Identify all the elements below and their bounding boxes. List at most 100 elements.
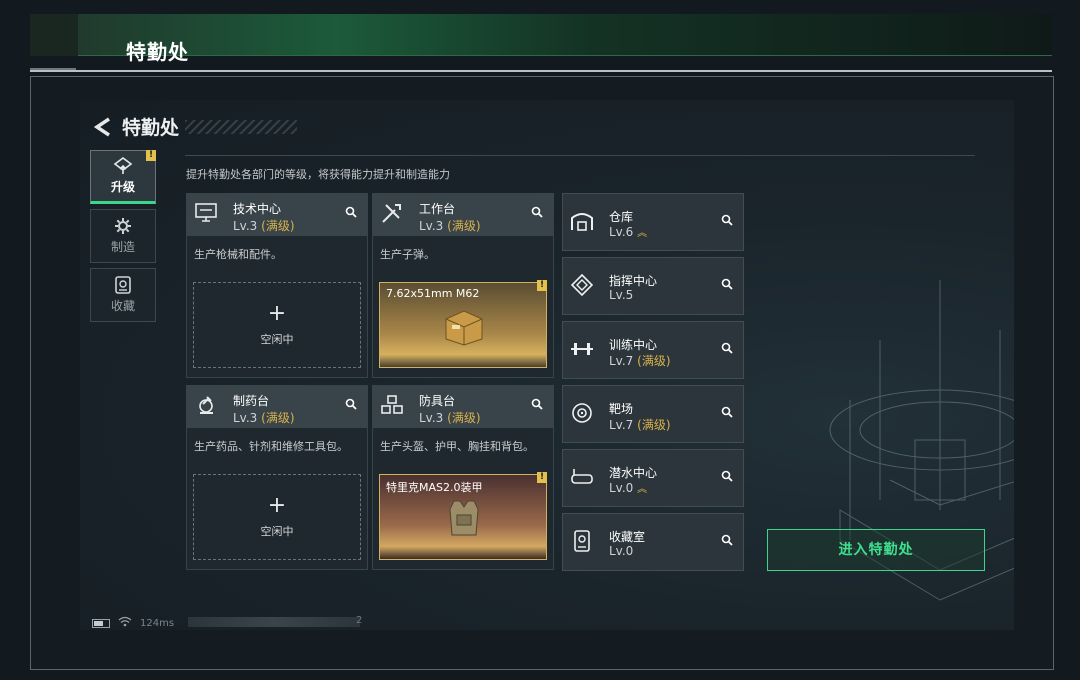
tab-collection[interactable]: 收藏 <box>90 268 156 322</box>
department-description: 生产药品、针剂和维修工具包。 <box>194 440 348 453</box>
upgrade-chevron-icon: ︽ <box>637 484 648 495</box>
department-name: 工作台 <box>419 202 456 216</box>
ping-readout: 124ms <box>140 617 175 629</box>
top-banner: 特勤处 <box>30 14 1052 64</box>
blurred-info-fragment: 2 <box>356 615 363 626</box>
command-center-icon <box>569 273 595 300</box>
production-slot-item[interactable]: 特里克MAS2.0装甲 <box>379 474 547 560</box>
section-divider <box>185 155 975 156</box>
tab-upgrade-label: 升级 <box>110 180 135 194</box>
dumbbell-icon <box>569 338 595 364</box>
department-card-collection-room[interactable]: 收藏室 Lv.0 <box>562 513 744 571</box>
search-icon[interactable] <box>719 406 735 422</box>
page-header: 特勤处 <box>92 113 298 140</box>
search-icon[interactable] <box>719 342 735 358</box>
tech-center-icon <box>193 202 219 228</box>
battery-icon <box>92 618 110 628</box>
production-slot-item[interactable]: 7.62x51mm M62 <box>379 282 547 368</box>
card-header: 工作台 Lv.3 (满级) <box>373 194 553 236</box>
search-icon[interactable] <box>529 398 545 414</box>
upgrade-icon <box>113 157 133 175</box>
gear-icon <box>114 217 132 235</box>
department-name: 防具台 <box>419 394 456 408</box>
search-icon[interactable] <box>719 278 735 294</box>
department-level: Lv.3 (满级) <box>419 219 481 233</box>
blurred-info <box>188 617 360 627</box>
plus-icon: + <box>267 493 287 518</box>
search-icon[interactable] <box>343 206 359 222</box>
card-header: 制药台 Lv.3 (满级) <box>187 386 367 428</box>
department-card-command-center[interactable]: 指挥中心 Lv.5 <box>562 257 744 315</box>
department-name: 训练中心 <box>609 338 658 352</box>
max-level-tag: (满级) <box>637 354 671 368</box>
pharmacy-icon <box>193 394 219 420</box>
department-card-pharmacy[interactable]: 制药台 Lv.3 (满级) 生产药品、针剂和维修工具包。 + 空闲中 <box>186 385 368 570</box>
production-slot-empty[interactable]: + 空闲中 <box>193 282 361 368</box>
tab-craft[interactable]: 制造 <box>90 209 156 263</box>
department-level: Lv.7 (满级) <box>609 354 671 368</box>
collection-icon <box>115 276 131 294</box>
max-level-tag: (满级) <box>637 418 671 432</box>
department-level: Lv.6 ︽ <box>609 225 648 239</box>
department-name: 靶场 <box>609 402 634 416</box>
search-icon[interactable] <box>719 534 735 550</box>
enter-special-ops-button[interactable]: 进入特勤处 <box>767 529 985 571</box>
department-name: 制药台 <box>233 394 270 408</box>
ammo-box-image <box>445 310 483 346</box>
department-level: Lv.3 (满级) <box>419 411 481 425</box>
department-name: 技术中心 <box>233 202 282 216</box>
workbench-icon <box>379 202 405 228</box>
status-bar: 124ms <box>92 616 174 630</box>
alert-badge: ! <box>146 150 156 161</box>
department-card-training-center[interactable]: 训练中心 Lv.7 (满级) <box>562 321 744 379</box>
max-level-tag: (满级) <box>447 411 481 425</box>
max-level-tag: (满级) <box>261 411 295 425</box>
armor-bench-icon <box>379 394 405 420</box>
header-divider <box>30 70 1052 72</box>
back-arrow-icon[interactable] <box>92 116 114 138</box>
max-level-tag: (满级) <box>261 219 295 233</box>
department-card-tech-center[interactable]: 技术中心 Lv.3 (满级) 生产枪械和配件。 + 空闲中 <box>186 193 368 378</box>
page-title: 特勤处 <box>122 117 180 139</box>
search-icon[interactable] <box>719 470 735 486</box>
tab-collection-label: 收藏 <box>110 299 135 313</box>
department-card-warehouse[interactable]: 仓库 Lv.6 ︽ <box>562 193 744 251</box>
production-slot-empty[interactable]: + 空闲中 <box>193 474 361 560</box>
warehouse-icon <box>569 210 595 236</box>
title-decoration <box>185 119 298 134</box>
department-name: 指挥中心 <box>609 274 658 288</box>
department-card-workbench[interactable]: 工作台 Lv.3 (满级) 生产子弹。 7.62x51mm M62 ! <box>372 193 554 378</box>
plus-icon: + <box>267 301 287 326</box>
department-description: 生产枪械和配件。 <box>194 248 282 261</box>
item-name: 7.62x51mm M62 <box>386 287 480 300</box>
department-card-shooting-range[interactable]: 靶场 Lv.7 (满级) <box>562 385 744 443</box>
alert-badge: ! <box>537 472 547 483</box>
upgrade-chevron-icon: ︽ <box>637 228 648 239</box>
department-description: 生产子弹。 <box>380 248 435 261</box>
department-card-armor-bench[interactable]: 防具台 Lv.3 (满级) 生产头盔、护甲、胸挂和背包。 特里克MAS2.0装甲… <box>372 385 554 570</box>
department-card-diving-center[interactable]: 潜水中心 Lv.0 ︽ <box>562 449 744 507</box>
search-icon[interactable] <box>529 206 545 222</box>
banner-title: 特勤处 <box>126 40 189 64</box>
department-name: 收藏室 <box>609 530 646 544</box>
search-icon[interactable] <box>719 214 735 230</box>
tab-craft-label: 制造 <box>110 240 135 254</box>
department-description: 生产头盔、护甲、胸挂和背包。 <box>380 440 534 453</box>
max-level-tag: (满级) <box>447 219 481 233</box>
department-name: 仓库 <box>609 210 634 224</box>
department-level: Lv.5 <box>609 288 634 302</box>
department-level: Lv.3 (满级) <box>233 411 295 425</box>
department-level: Lv.0 ︽ <box>609 481 648 495</box>
search-icon[interactable] <box>343 398 359 414</box>
target-icon <box>569 402 595 428</box>
item-name: 特里克MAS2.0装甲 <box>386 481 483 494</box>
armor-vest-image <box>449 500 479 536</box>
department-level: Lv.0 <box>609 544 634 558</box>
slot-status: 空闲中 <box>260 333 294 346</box>
slot-status: 空闲中 <box>260 525 294 538</box>
department-level: Lv.3 (满级) <box>233 219 295 233</box>
card-header: 技术中心 Lv.3 (满级) <box>187 194 367 236</box>
wifi-icon <box>118 616 132 630</box>
department-name: 潜水中心 <box>609 466 658 480</box>
department-level: Lv.7 (满级) <box>609 418 671 432</box>
